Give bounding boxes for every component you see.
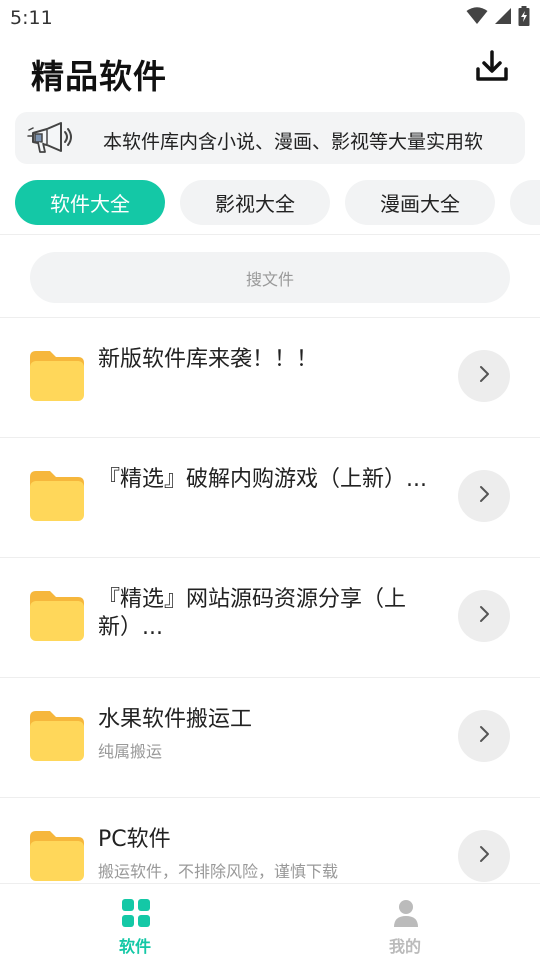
notice-banner[interactable]: 本软件库内含小说、漫画、影视等大量实用软: [15, 112, 525, 164]
open-button[interactable]: [458, 830, 510, 882]
app-header: 精品软件: [0, 36, 540, 108]
list-item-title: PC软件: [98, 827, 171, 852]
open-button[interactable]: [458, 590, 510, 642]
chevron-right-icon: [476, 724, 492, 748]
tab-software[interactable]: 软件大全: [15, 180, 165, 225]
tab-comics[interactable]: 漫画大全: [345, 180, 495, 225]
nav-label: 我的: [388, 937, 421, 956]
list-item[interactable]: 『精选』网站源码资源分享（上新）...: [0, 558, 540, 678]
nav-item-mine[interactable]: 我的: [335, 884, 475, 960]
battery-charging-icon: [518, 6, 530, 30]
folder-icon: [30, 471, 84, 521]
chevron-right-icon: [476, 604, 492, 628]
status-time: 5:11: [10, 7, 53, 29]
wifi-icon: [466, 7, 488, 29]
list-item-title: 新版软件库来袭！！！: [98, 347, 319, 372]
status-bar: 5:11: [0, 0, 540, 36]
signal-icon: [494, 7, 512, 29]
list-item-subtitle: 搬运软件，不排除风险，谨慎下载: [98, 862, 339, 881]
list-item[interactable]: 『精选』破解内购游戏（上新）...: [0, 438, 540, 558]
folder-icon: [30, 351, 84, 401]
list-item-title: 『精选』网站源码资源分享（上新）...: [98, 587, 407, 640]
list-item-title: 『精选』破解内购游戏（上新）...: [98, 467, 427, 492]
status-icons: [466, 6, 530, 30]
download-icon: [474, 48, 510, 88]
search-input[interactable]: 搜文件: [30, 252, 510, 303]
open-button[interactable]: [458, 470, 510, 522]
list-item-subtitle: 纯属搬运: [98, 742, 163, 761]
page-title: 精品软件: [31, 57, 167, 96]
divider: [0, 234, 540, 235]
megaphone-icon: [27, 120, 75, 156]
tab-more[interactable]: [510, 180, 540, 225]
folder-icon: [30, 831, 84, 881]
open-button[interactable]: [458, 350, 510, 402]
folder-icon: [30, 591, 84, 641]
chevron-right-icon: [476, 844, 492, 868]
chevron-right-icon: [476, 364, 492, 388]
notice-text: 本软件库内含小说、漫画、影视等大量实用软: [103, 131, 484, 153]
bottom-nav: 软件 我的: [0, 883, 540, 960]
folder-icon: [30, 711, 84, 761]
download-button[interactable]: [472, 48, 512, 88]
tab-video[interactable]: 影视大全: [180, 180, 330, 225]
list-item[interactable]: 水果软件搬运工 纯属搬运: [0, 678, 540, 798]
list-item-title: 水果软件搬运工: [98, 707, 253, 732]
nav-item-software[interactable]: 软件: [65, 884, 205, 960]
open-button[interactable]: [458, 710, 510, 762]
list-item[interactable]: 新版软件库来袭！！！: [0, 318, 540, 438]
person-icon: [391, 898, 421, 928]
chevron-right-icon: [476, 484, 492, 508]
nav-label: 软件: [118, 937, 151, 956]
category-tabs: 软件大全 影视大全 漫画大全: [0, 180, 540, 226]
grid-icon: [121, 898, 151, 928]
